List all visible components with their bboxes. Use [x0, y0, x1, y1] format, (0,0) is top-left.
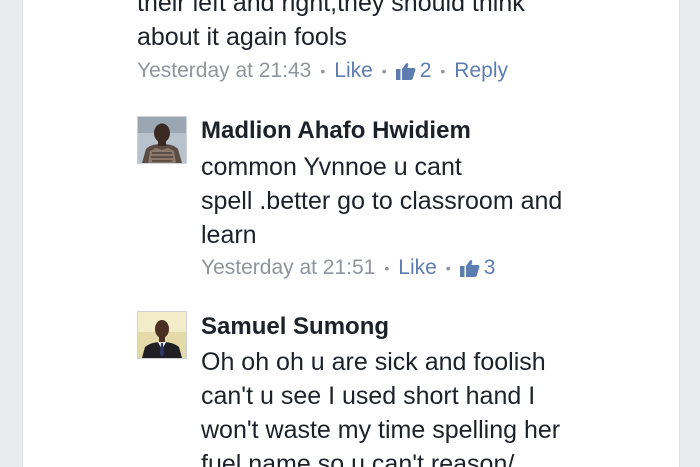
profile-photo [138, 117, 186, 163]
comment-timestamp[interactable]: Yesterday at 21:51 [201, 255, 375, 281]
comment-author[interactable]: Samuel Sumong [201, 312, 389, 342]
like-button[interactable]: Like [398, 255, 437, 281]
like-button[interactable]: Like [334, 58, 373, 84]
comment-line: won't waste my time spelling her [201, 416, 561, 444]
like-count[interactable]: 3 [459, 255, 496, 281]
comment-body: common Yvnnoe u cant spell .better go to… [201, 150, 641, 252]
thumbs-up-icon [395, 63, 416, 80]
like-count[interactable]: 2 [395, 58, 432, 84]
like-count-value: 3 [483, 256, 496, 279]
top-comment-body: their left and right,they should think a… [137, 0, 657, 54]
comment-line: learn [201, 221, 257, 249]
comment-body: Oh oh oh u are sick and foolish can't u … [201, 345, 641, 467]
profile-photo [138, 312, 186, 358]
avatar[interactable] [137, 116, 187, 164]
comment-line: fuel name so u can't reason/ [201, 450, 515, 467]
comment-line: spell .better go to classroom and [201, 187, 563, 215]
top-comment-meta: Yesterday at 21:43 • Like • 2 • Reply [137, 58, 508, 84]
separator-dot: • [381, 63, 387, 79]
comment-line: about it again fools [137, 23, 347, 51]
comment-line: their left and right,they should think [137, 0, 525, 17]
comment-author[interactable]: Madlion Ahafo Hwidiem [201, 116, 471, 146]
comment-line: common Yvnnoe u cant [201, 153, 462, 181]
reply-meta: Yesterday at 21:51 • Like • 3 [201, 255, 495, 281]
comments-screen: their left and right,they should think a… [0, 0, 700, 467]
like-count-value: 2 [419, 59, 432, 82]
separator-dot: • [320, 63, 326, 79]
separator-dot: • [440, 63, 446, 79]
comment-thread: their left and right,they should think a… [22, 0, 680, 467]
comment-line: can't u see I used short hand I [201, 382, 536, 410]
separator-dot: • [384, 260, 390, 276]
reply-button[interactable]: Reply [454, 58, 508, 84]
avatar[interactable] [137, 311, 187, 359]
comment-line: Oh oh oh u are sick and foolish [201, 348, 546, 376]
separator-dot: • [445, 260, 451, 276]
thumbs-up-icon [459, 260, 480, 277]
comment-timestamp[interactable]: Yesterday at 21:43 [137, 58, 311, 84]
